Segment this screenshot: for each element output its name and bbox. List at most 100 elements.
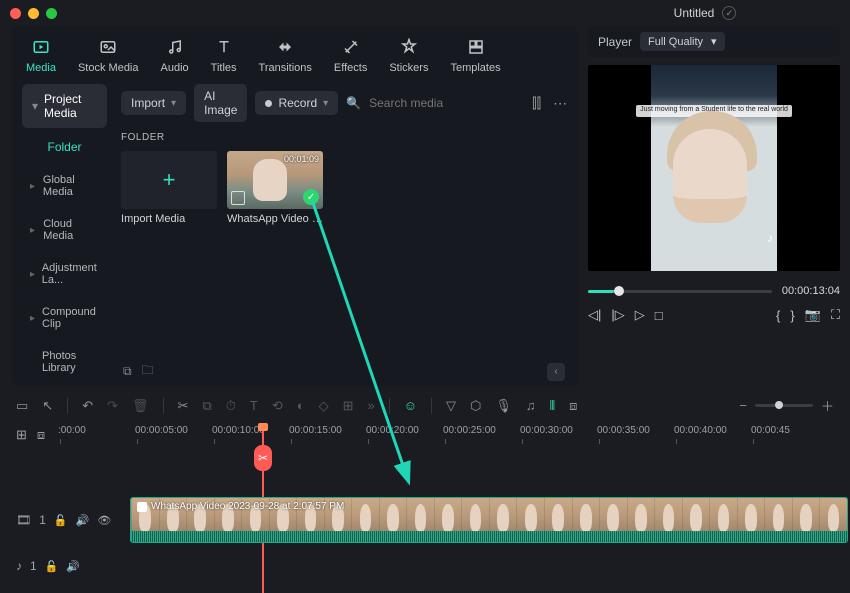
adjust-icon[interactable]: ⊞ — [343, 398, 354, 414]
delete-icon[interactable]: 🗑 — [132, 398, 149, 414]
chevron-down-icon: ▾ — [323, 98, 328, 109]
audio-track-1[interactable]: ♪ 1 🔓 🔊 — [12, 555, 850, 577]
player-panel: Player Full Quality▾ Just moving from a … — [588, 26, 840, 386]
undo-icon[interactable]: ↶ — [82, 398, 93, 414]
close-window-icon[interactable] — [10, 8, 21, 19]
track-lock-icon[interactable]: 🔓 — [54, 514, 68, 527]
seek-thumb[interactable] — [614, 286, 624, 296]
link-icon[interactable]: ⧈ — [569, 398, 577, 414]
pointer-tool-icon[interactable]: ▭ — [16, 398, 28, 414]
timeline-clip[interactable]: WhatsApp Video 2023-09-28 at 2:07:57 PM — [130, 497, 848, 543]
new-bin-icon[interactable]: ⧉ — [123, 364, 132, 379]
media-icon — [30, 36, 52, 58]
step-back-icon[interactable]: ◁| — [588, 307, 601, 323]
tab-stickers-label: Stickers — [389, 62, 428, 74]
sidebar-item-global-media[interactable]: ▸Global Media — [22, 166, 107, 206]
snapshot-icon[interactable]: 📷 — [805, 307, 821, 323]
play-icon[interactable]: ▷ — [635, 307, 645, 323]
maximize-window-icon[interactable] — [46, 8, 57, 19]
folder-tab[interactable]: Folder — [22, 132, 107, 162]
tab-effects[interactable]: Effects — [334, 36, 367, 74]
caret-right-icon: ▸ — [30, 181, 37, 192]
keyframe-icon[interactable]: ◇ — [319, 398, 329, 414]
tab-stock-label: Stock Media — [78, 62, 139, 74]
titlebar: Untitled ✓ — [0, 0, 850, 26]
collapse-sidebar-icon[interactable]: ‹ — [547, 363, 565, 381]
track-mute-icon[interactable]: 🔊 — [66, 560, 80, 573]
chevron-down-icon: ▾ — [171, 98, 176, 109]
chevron-down-icon: ▾ — [32, 99, 38, 113]
transitions-icon — [274, 36, 296, 58]
sidebar-item-compound-clip[interactable]: ▸Compound Clip — [22, 298, 107, 338]
fullscreen-icon[interactable]: ⛶ — [831, 307, 840, 323]
step-forward-icon[interactable]: |▷ — [611, 307, 624, 323]
record-dropdown[interactable]: Record▾ — [255, 91, 338, 115]
tab-templates[interactable]: Templates — [450, 36, 500, 74]
tab-transitions[interactable]: Transitions — [259, 36, 312, 74]
search-icon: 🔍 — [346, 96, 361, 110]
tab-transitions-label: Transitions — [259, 62, 312, 74]
player-viewport[interactable]: Just moving from a Student life to the r… — [588, 65, 840, 271]
speed-icon[interactable]: ⏱ — [226, 398, 236, 414]
timeline-view-icon[interactable]: ⊞ — [16, 427, 27, 443]
search-field[interactable]: 🔍 — [346, 96, 524, 110]
filter-icon[interactable]: ⫿⫿ — [532, 95, 541, 112]
search-input[interactable] — [369, 96, 524, 110]
color-icon[interactable]: ◐ — [297, 398, 305, 413]
tab-titles[interactable]: Titles — [211, 36, 237, 74]
sync-status-icon[interactable]: ✓ — [722, 6, 736, 20]
sidebar-item-adjustment-layer[interactable]: ▸Adjustment La... — [22, 254, 107, 294]
shield-icon[interactable]: ⬡ — [470, 398, 481, 414]
zoom-out-icon[interactable]: − — [739, 398, 747, 413]
import-media-tile[interactable]: + Import Media — [121, 151, 217, 225]
track-visible-icon[interactable]: 👁 — [97, 514, 111, 527]
music-icon[interactable]: ♫ — [526, 398, 536, 413]
timeline-toolbar: ▭ ↖ ↶ ↷ 🗑 ✂ ⧉ ⏱ T ⟲ ◐ ◇ ⊞ » ☺ ▽ ⬡ 🎙 ♫ ⫴ … — [0, 386, 850, 423]
player-seek-slider[interactable] — [588, 290, 772, 293]
window-controls[interactable] — [10, 8, 57, 19]
more-tools-icon[interactable]: » — [368, 398, 375, 413]
voiceover-icon[interactable]: 🎙 — [495, 398, 512, 414]
tab-stickers[interactable]: Stickers — [389, 36, 428, 74]
sidebar-item-photos-library[interactable]: Photos Library — [22, 342, 107, 382]
timeline[interactable]: ⊞ ⧈ :00:0000:00:05:0000:00:10:0000:00:15… — [0, 423, 850, 593]
media-panel: Media Stock Media Audio Titles Transitio… — [12, 26, 578, 386]
quality-dropdown[interactable]: Full Quality▾ — [640, 32, 725, 51]
media-clip-tile[interactable]: 00:01:09 ✓ WhatsApp Video 202... — [227, 151, 323, 225]
new-folder-icon[interactable]: 🗀 — [142, 361, 154, 382]
stop-icon[interactable]: □ — [655, 308, 663, 323]
more-icon[interactable]: ⋯ — [553, 95, 567, 112]
tab-media[interactable]: Media — [26, 36, 56, 74]
timeline-view-toggles: ⊞ ⧈ — [16, 427, 45, 443]
text-icon[interactable]: T — [250, 398, 258, 413]
tab-audio[interactable]: Audio — [161, 36, 189, 74]
playhead-scissors-icon[interactable]: ✂ — [254, 445, 272, 471]
record-icon — [265, 100, 272, 107]
folder-heading: FOLDER — [121, 132, 567, 143]
timeline-ruler[interactable]: :00:0000:00:05:0000:00:10:0000:00:15:000… — [60, 427, 850, 445]
media-sidebar: ▾ Project Media Folder ▸Global Media ▸Cl… — [22, 84, 107, 382]
track-mute-icon[interactable]: 🔊 — [76, 514, 90, 527]
minimize-window-icon[interactable] — [28, 8, 39, 19]
track-lock-icon[interactable]: 🔓 — [45, 560, 59, 573]
player-controls: ◁| |▷ ▷ □ { } 📷 ⛶ — [588, 307, 840, 323]
magnet-icon[interactable]: ⫴ — [550, 398, 555, 414]
crop-icon[interactable]: ⧉ — [202, 398, 211, 414]
rotation-icon[interactable]: ⟲ — [272, 398, 283, 414]
marker-out-icon[interactable]: } — [790, 308, 794, 323]
ai-tool-icon[interactable]: ☺ — [404, 398, 417, 413]
select-tool-icon[interactable]: ↖ — [42, 398, 53, 414]
import-dropdown[interactable]: Import▾ — [121, 91, 186, 115]
timeline-link-icon[interactable]: ⧈ — [37, 427, 45, 443]
marker-in-icon[interactable]: { — [776, 308, 780, 323]
project-media-button[interactable]: ▾ Project Media — [22, 84, 107, 128]
marker-tool-icon[interactable]: ▽ — [446, 398, 456, 414]
sidebar-item-cloud-media[interactable]: ▸Cloud Media — [22, 210, 107, 250]
video-track-1[interactable]: 🎞 1 🔓 🔊 👁 WhatsApp Video 2023-09-28 at 2… — [12, 495, 850, 545]
redo-icon[interactable]: ↷ — [107, 398, 118, 414]
ai-image-button[interactable]: AI Image — [194, 84, 247, 122]
split-icon[interactable]: ✂ — [178, 398, 189, 414]
zoom-in-icon[interactable]: ＋ — [821, 396, 834, 415]
tab-stock-media[interactable]: Stock Media — [78, 36, 139, 74]
zoom-slider[interactable] — [755, 404, 813, 407]
